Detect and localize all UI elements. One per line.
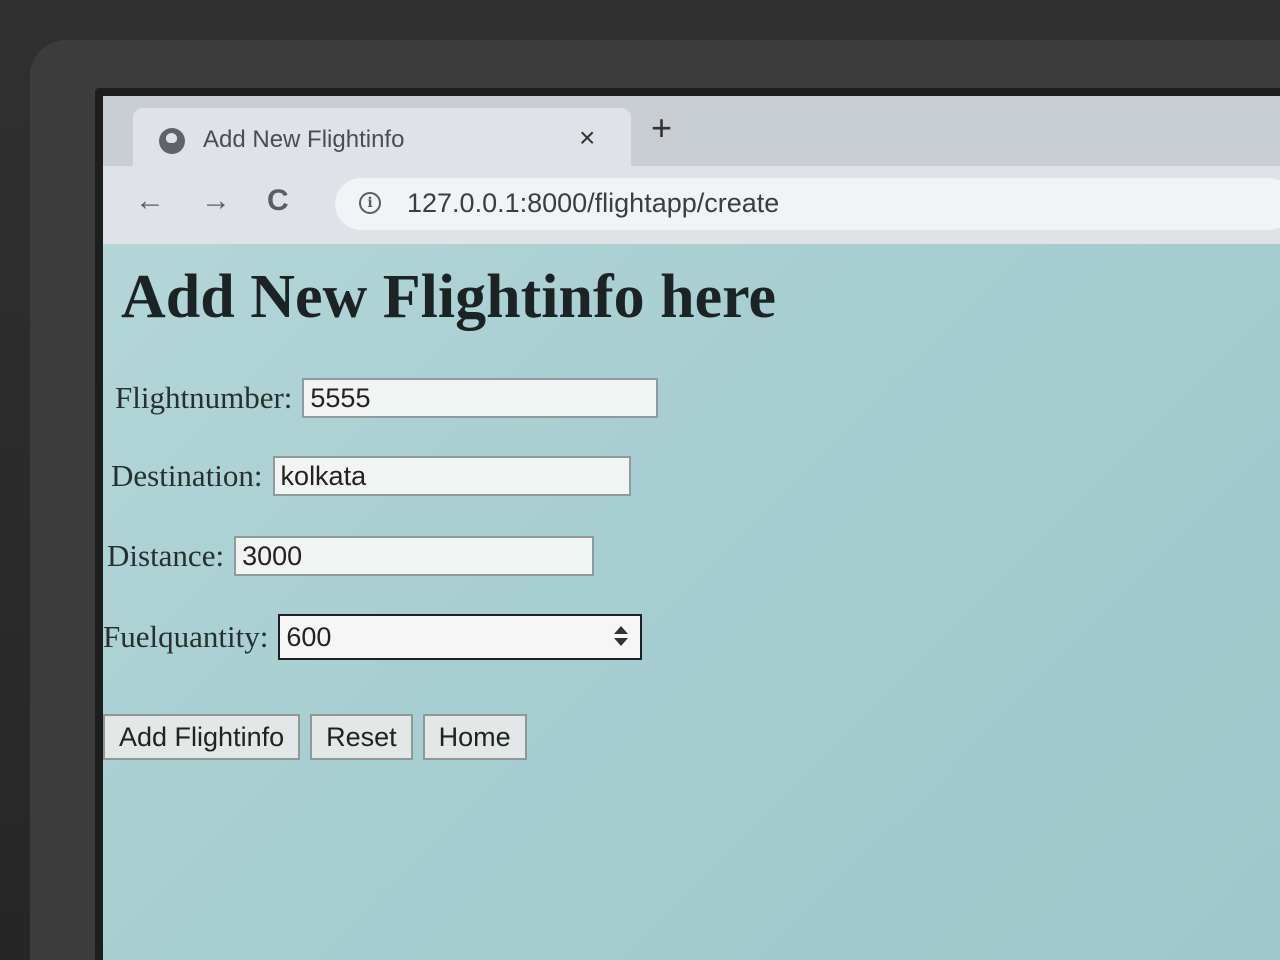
browser-toolbar: ← → C i 127.0.0.1:8000/flightapp/create [103,166,1280,244]
close-icon[interactable]: × [579,122,595,154]
distance-input[interactable] [234,536,595,576]
tab-active[interactable]: Add New Flightinfo × [133,108,631,170]
back-icon[interactable]: ← [135,184,165,218]
destination-input[interactable] [272,456,631,496]
flightnumber-row: Flightnumber: [115,378,659,418]
flightnumber-label: Flightnumber: [115,380,293,415]
globe-icon [159,128,185,154]
flightnumber-input[interactable] [302,378,659,418]
new-tab-icon[interactable]: + [651,110,672,146]
fuelquantity-input[interactable] [280,616,601,658]
chevron-down-icon[interactable] [614,638,629,646]
forward-icon[interactable]: → [201,184,231,218]
page-title: Add New Flightinfo here [121,263,777,331]
home-button[interactable]: Home [422,714,527,760]
fuelquantity-row: Fuelquantity: [103,614,643,660]
screen: Add New Flightinfo × + ← → C i 127.0.0.1… [95,88,1280,960]
add-flightinfo-button[interactable]: Add Flightinfo [103,714,301,760]
destination-row: Destination: [111,456,631,496]
distance-row: Distance: [107,536,595,576]
reset-button[interactable]: Reset [310,714,413,760]
chevron-up-icon[interactable] [614,626,629,634]
spinner-icon[interactable] [614,626,629,648]
destination-label: Destination: [111,458,263,493]
page-content: Add New Flightinfo here Flightnumber: De… [103,244,1280,960]
tab-title: Add New Flightinfo [203,126,405,153]
fuelquantity-label: Fuelquantity: [103,619,269,654]
tab-strip: Add New Flightinfo × + [103,96,1280,170]
fuelquantity-stepper[interactable] [278,614,643,660]
address-bar[interactable]: i 127.0.0.1:8000/flightapp/create [335,178,1280,230]
buttons-row: Add Flightinfo Reset Home [103,714,537,760]
reload-icon[interactable]: C [267,184,289,218]
distance-label: Distance: [107,538,225,573]
url-text[interactable]: 127.0.0.1:8000/flightapp/create [407,188,779,219]
info-icon[interactable]: i [359,192,381,214]
